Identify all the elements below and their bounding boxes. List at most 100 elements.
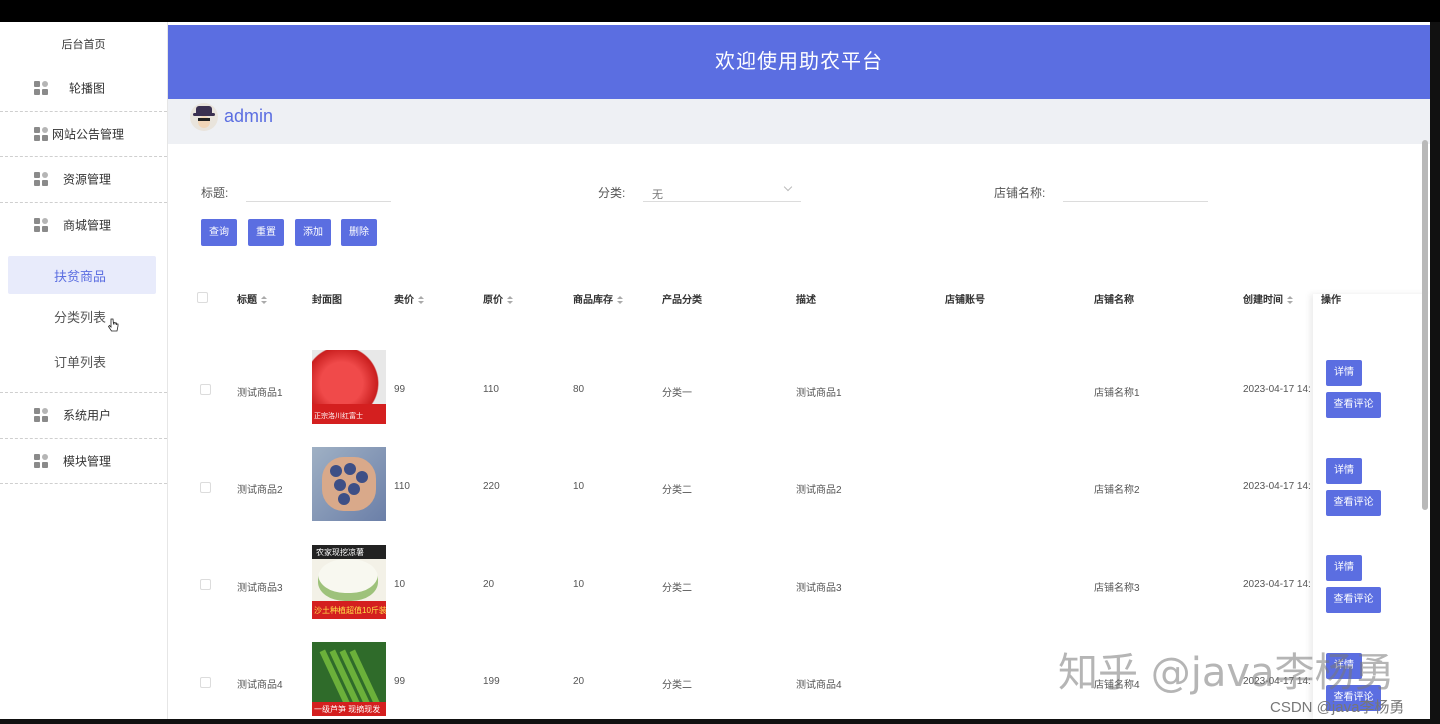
- sidebar-sub-order-list[interactable]: 订单列表: [8, 339, 156, 384]
- view-comments-button[interactable]: 查看评论: [1326, 392, 1381, 418]
- cell-original-price: 110: [483, 384, 499, 395]
- column-header-description: 描述: [796, 295, 816, 306]
- cell-original-price: 20: [483, 579, 495, 590]
- row-checkbox[interactable]: [200, 677, 211, 688]
- cell-price: 110: [394, 481, 410, 492]
- cell-description: 测试商品4: [796, 680, 842, 691]
- sidebar-submenu: 扶贫商品 分类列表 订单列表: [0, 256, 167, 393]
- cover-caption: 农家现挖凉薯: [316, 548, 364, 557]
- watermark: 知乎 @java李杨勇: [1058, 650, 1395, 696]
- sidebar-item-mall[interactable]: 商城管理: [0, 203, 167, 249]
- row-checkbox[interactable]: [200, 482, 211, 493]
- cell-price: 10: [394, 579, 406, 590]
- shop-filter-label: 店铺名称:: [994, 186, 1046, 200]
- cover-image: [312, 447, 386, 521]
- sidebar-home[interactable]: 后台首页: [0, 22, 167, 66]
- sidebar-item-label: 网站公告管理: [52, 127, 125, 142]
- sort-icon: [507, 295, 513, 305]
- grid-icon: [34, 218, 48, 233]
- outer-frame-bottom: [0, 719, 1440, 724]
- cell-category: 分类二: [662, 485, 692, 496]
- username[interactable]: admin: [224, 106, 273, 127]
- csdn-watermark: CSDN @java李杨勇: [1270, 699, 1405, 716]
- column-header-original-price[interactable]: 原价: [483, 291, 513, 306]
- detail-button[interactable]: 详情: [1326, 458, 1362, 484]
- sidebar-sub-category-list[interactable]: 分类列表: [8, 294, 156, 339]
- row-checkbox[interactable]: [200, 579, 211, 590]
- sidebar-item-label: 模块管理: [63, 454, 112, 469]
- cell-price: 99: [394, 384, 406, 395]
- view-comments-button[interactable]: 查看评论: [1326, 490, 1381, 516]
- column-header-stock[interactable]: 商品库存: [573, 291, 623, 306]
- cover-caption: 沙土种植超值10斤装: [314, 606, 386, 615]
- cell-description: 测试商品1: [796, 388, 842, 399]
- column-header-shop-name: 店铺名称: [1094, 295, 1134, 306]
- sidebar-item-label: 资源管理: [63, 172, 112, 187]
- main-content: 标题: 分类: 无 店铺名称: 查询 重置 添加 删除 标题 封面图 卖价 原价…: [176, 144, 1430, 719]
- grid-icon: [34, 172, 48, 187]
- cell-created-time: 2023-04-17 14:: [1243, 579, 1311, 590]
- sidebar-item-resources[interactable]: 资源管理: [0, 157, 167, 203]
- cell-title: 测试商品3: [237, 583, 283, 594]
- cell-title: 测试商品2: [237, 485, 283, 496]
- column-header-price[interactable]: 卖价: [394, 291, 424, 306]
- sidebar-item-modules[interactable]: 模块管理: [0, 439, 167, 484]
- sort-icon: [261, 295, 267, 305]
- sidebar-item-carousel[interactable]: 轮播图: [0, 66, 167, 112]
- view-comments-button[interactable]: 查看评论: [1326, 587, 1381, 613]
- category-select-value: 无: [652, 189, 663, 201]
- outer-frame-right: [1430, 22, 1440, 724]
- cell-stock: 10: [573, 481, 585, 492]
- cell-category: 分类二: [662, 583, 692, 594]
- delete-button[interactable]: 删除: [341, 219, 377, 246]
- grid-icon: [34, 453, 48, 468]
- shop-filter-input[interactable]: [1063, 201, 1208, 202]
- sort-icon: [1287, 295, 1293, 305]
- grid-icon: [34, 408, 48, 423]
- sort-icon: [617, 295, 623, 305]
- add-button[interactable]: 添加: [295, 219, 331, 246]
- cell-shop-name: 店铺名称2: [1094, 485, 1140, 496]
- cell-original-price: 199: [483, 676, 500, 687]
- cell-price: 99: [394, 676, 406, 687]
- detail-button[interactable]: 详情: [1326, 555, 1362, 581]
- vertical-scrollbar[interactable]: [1422, 140, 1428, 510]
- query-button[interactable]: 查询: [201, 219, 237, 246]
- app-screen: 后台首页 轮播图 网站公告管理 资源管理 商城管理 扶贫商品 分类列表 订单列表…: [0, 22, 1430, 719]
- column-header-category: 产品分类: [662, 295, 702, 306]
- title-filter-input[interactable]: [246, 201, 391, 202]
- sidebar-item-announcement[interactable]: 网站公告管理: [0, 112, 167, 157]
- reset-button[interactable]: 重置: [248, 219, 284, 246]
- cell-title: 测试商品4: [237, 680, 283, 691]
- sort-icon: [418, 295, 424, 305]
- select-all-checkbox[interactable]: [197, 292, 208, 303]
- column-header-title[interactable]: 标题: [237, 291, 267, 306]
- cell-original-price: 220: [483, 481, 500, 492]
- column-header-created-time[interactable]: 创建时间: [1243, 291, 1293, 306]
- page-header: 欢迎使用助农平台: [168, 25, 1430, 99]
- cell-title: 测试商品1: [237, 388, 283, 399]
- cover-caption: 正宗洛川红富士: [314, 413, 363, 420]
- hand-cursor-icon: [107, 318, 119, 332]
- sidebar-item-label: 系统用户: [63, 408, 112, 423]
- cell-shop-name: 店铺名称3: [1094, 583, 1140, 594]
- detail-button[interactable]: 详情: [1326, 360, 1362, 386]
- cover-image: 农家现挖凉薯 沙土种植超值10斤装: [312, 545, 386, 619]
- cell-description: 测试商品2: [796, 485, 842, 496]
- category-select-underline: [643, 201, 801, 202]
- cell-description: 测试商品3: [796, 583, 842, 594]
- row-checkbox[interactable]: [200, 384, 211, 395]
- sidebar-item-label: 商城管理: [63, 218, 112, 233]
- column-header-shop-account: 店铺账号: [945, 295, 985, 306]
- grid-icon: [34, 81, 48, 96]
- sidebar-item-system-users[interactable]: 系统用户: [0, 393, 167, 439]
- avatar: [190, 103, 218, 131]
- user-bar: admin: [168, 99, 1430, 144]
- cell-stock: 10: [573, 579, 585, 590]
- title-filter-label: 标题:: [201, 186, 229, 200]
- sidebar-sub-poverty-goods[interactable]: 扶贫商品: [8, 256, 156, 294]
- cell-stock: 20: [573, 676, 585, 687]
- cell-category: 分类二: [662, 680, 692, 691]
- cell-category: 分类一: [662, 388, 692, 399]
- grid-icon: [34, 126, 48, 141]
